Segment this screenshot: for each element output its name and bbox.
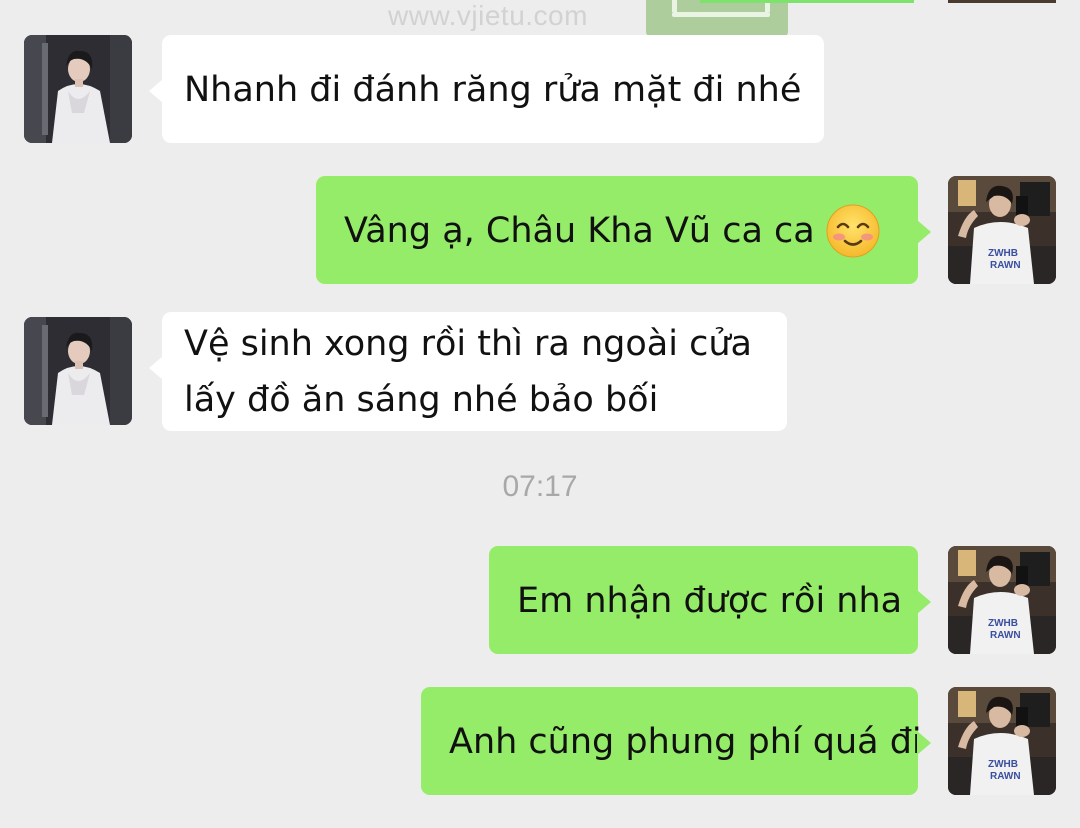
svg-text:RAWN: RAWN: [990, 630, 1021, 641]
user-avatar[interactable]: ZWHB RAWN: [948, 687, 1056, 795]
cutoff-avatar-edge: [948, 0, 1056, 3]
message-text: Anh cũng phung phí quá đi: [449, 722, 922, 762]
contact-avatar[interactable]: [24, 317, 132, 425]
message-bubble[interactable]: Vệ sinh xong rồi thì ra ngoài cửa lấy đồ…: [149, 312, 787, 431]
smiling-face-icon: [826, 204, 880, 258]
user-avatar[interactable]: ZWHB RAWN: [948, 546, 1056, 654]
message-text: Em nhận được rồi nha: [517, 581, 903, 621]
cutoff-image-message[interactable]: [646, 0, 788, 36]
contact-avatar[interactable]: [24, 35, 132, 143]
message-bubble[interactable]: Em nhận được rồi nha: [489, 546, 931, 654]
message-text-line: Vệ sinh xong rồi thì ra ngoài cửa: [184, 324, 752, 364]
svg-text:ZWHB: ZWHB: [988, 248, 1018, 259]
message-bubble[interactable]: Vâng ạ, Châu Kha Vũ ca ca: [316, 176, 931, 284]
timestamp: 07:17: [502, 470, 578, 503]
chat-view: www.vjietu.com Nhanh đi đánh răng rửa mặ…: [0, 0, 1080, 828]
svg-text:ZWHB: ZWHB: [988, 759, 1018, 770]
message-text: Vâng ạ, Châu Kha Vũ ca ca: [344, 211, 815, 251]
svg-text:RAWN: RAWN: [990, 771, 1021, 782]
message-bubble[interactable]: Nhanh đi đánh răng rửa mặt đi nhé: [149, 35, 824, 143]
cutoff-bubble-edge: [700, 0, 914, 3]
message-text: Nhanh đi đánh răng rửa mặt đi nhé: [184, 70, 802, 110]
message-bubble[interactable]: Anh cũng phung phí quá đi: [421, 687, 931, 795]
svg-text:ZWHB: ZWHB: [988, 618, 1018, 629]
svg-text:RAWN: RAWN: [990, 260, 1021, 271]
watermark: www.vjietu.com: [388, 0, 588, 31]
user-avatar[interactable]: ZWHB RAWN: [948, 176, 1056, 284]
message-text-line: lấy đồ ăn sáng nhé bảo bối: [184, 380, 659, 420]
